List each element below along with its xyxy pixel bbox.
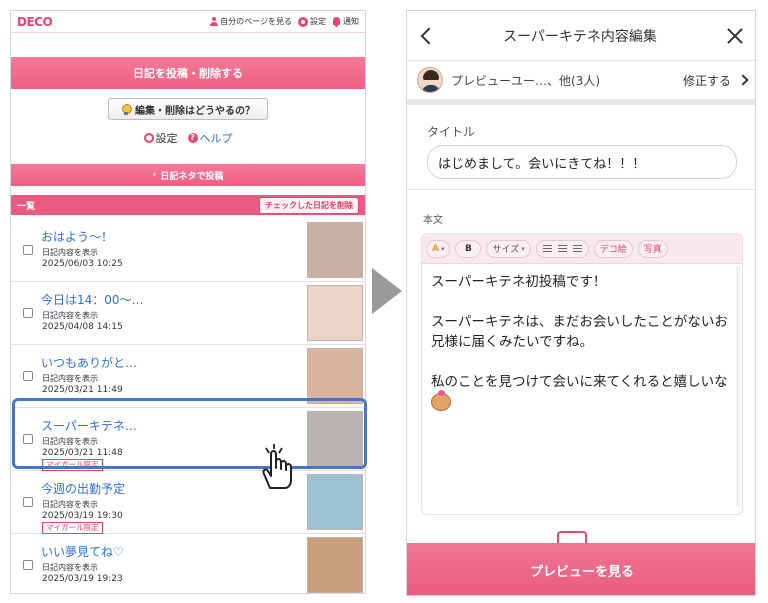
title-label: タイトル — [427, 125, 476, 139]
help-icon: ? — [187, 133, 198, 143]
font-size-button[interactable]: サイズ ▾ — [486, 239, 531, 258]
entry-thumbnail[interactable] — [307, 348, 363, 404]
font-size-label: サイズ — [492, 245, 520, 255]
chevron-right-icon: › — [152, 170, 157, 180]
back-icon[interactable] — [420, 27, 438, 44]
entry-checkbox[interactable] — [23, 560, 33, 570]
entry-thumbnail[interactable] — [307, 285, 363, 341]
avatar — [417, 67, 443, 93]
deco-logo[interactable]: DECO — [17, 15, 53, 29]
body-editor[interactable]: A ▾ B サイズ ▾ デコ絵 写真 スーパーキテネ初投稿です！ スーパーキテネ… — [421, 233, 743, 515]
list-item[interactable]: 今日は14：00〜… 日記内容を表示 2025/04/08 14:15 — [11, 282, 365, 345]
entry-date: 2025/03/21 11:49 — [42, 385, 123, 395]
entry-checkbox[interactable] — [23, 497, 33, 507]
settings-link[interactable]: 設定 — [143, 130, 178, 146]
list-item[interactable]: 今週の出勤予定 日記内容を表示 2025/03/19 19:30 マイガール限定 — [11, 471, 365, 534]
editor-scrollbar[interactable] — [736, 266, 740, 506]
text-color-label: A — [432, 243, 439, 254]
entry-date: 2025/03/19 19:23 — [42, 574, 123, 584]
chevron-right-icon — [737, 74, 749, 86]
close-icon[interactable] — [725, 26, 745, 46]
nav-settings-label: 設定 — [310, 17, 326, 26]
alignment-buttons[interactable] — [535, 239, 589, 258]
entry-show-content[interactable]: 日記内容を表示 — [42, 562, 98, 573]
entry-show-content[interactable]: 日記内容を表示 — [42, 310, 98, 321]
entry-title[interactable]: 今日は14：00〜… — [41, 291, 144, 308]
entry-title[interactable]: いつもありがと… — [41, 354, 137, 371]
entry-date: 2025/04/08 14:15 — [42, 322, 123, 332]
pointer-hand-icon — [262, 444, 292, 489]
diary-list-screen: DECO 自分のページを見る 設定 通知 日記を投稿・削除する 編集・削除はどう… — [10, 10, 366, 594]
person-icon — [210, 17, 219, 26]
top-nav: 自分のページを見る 設定 通知 — [210, 16, 359, 27]
diary-neta-label: 日記ネタで投稿 — [160, 171, 224, 182]
entry-show-content[interactable]: 日記内容を表示 — [42, 499, 98, 510]
preview-audience: プレビューユー…、他(3人) — [417, 67, 600, 93]
entry-checkbox[interactable] — [23, 371, 33, 381]
bold-button[interactable]: B — [455, 239, 482, 258]
preview-audience-bar[interactable]: プレビューユー…、他(3人) 修正する — [407, 61, 755, 105]
entry-date: 2025/03/19 19:30 — [42, 511, 123, 521]
nav-my-page[interactable]: 自分のページを見る — [210, 16, 292, 27]
entry-thumbnail[interactable] — [307, 474, 363, 530]
nav-settings[interactable]: 設定 — [298, 16, 326, 27]
list-item[interactable]: いい夢見てね♡ 日記内容を表示 2025/03/19 19:23 — [11, 534, 365, 593]
entry-checkbox[interactable] — [23, 245, 33, 255]
diary-neta-banner[interactable]: › 日記ネタで投稿 — [11, 164, 365, 186]
title-field[interactable]: はじめまして。会いにきてね！！！ — [427, 145, 737, 179]
list-item[interactable]: おはよう〜！ 日記内容を表示 2025/06/03 10:25 — [11, 219, 365, 282]
howto-button[interactable]: 編集・削除はどうやるの？ — [108, 98, 268, 120]
bell-icon — [332, 16, 341, 27]
top-bar: DECO 自分のページを見る 設定 通知 — [11, 11, 365, 33]
nav-my-page-label: 自分のページを見る — [220, 17, 292, 26]
flow-arrow-icon — [372, 268, 402, 314]
dropdown-arrow-icon: ▾ — [440, 244, 445, 253]
gear-icon — [143, 133, 154, 143]
nav-notifications[interactable]: 通知 — [332, 16, 359, 27]
preview-button[interactable]: プレビューを見る — [407, 543, 755, 595]
entry-thumbnail[interactable] — [307, 222, 363, 278]
divider — [407, 189, 755, 190]
preview-audience-label: プレビューユー…、他(3人) — [451, 73, 600, 88]
align-center-icon[interactable] — [557, 244, 567, 253]
lightbulb-icon — [121, 103, 132, 115]
hug-emoji-icon — [431, 390, 451, 411]
entry-checkbox[interactable] — [23, 308, 33, 318]
entry-show-content[interactable]: 日記内容を表示 — [42, 247, 98, 258]
edit-audience-link[interactable]: 修正する — [682, 72, 749, 89]
help-link-label: ヘルプ — [199, 132, 233, 145]
howto-button-label: 編集・削除はどうやるの？ — [135, 105, 255, 117]
list-header: 一覧 チェックした日記を削除 — [11, 195, 365, 215]
entry-title[interactable]: いい夢見てね♡ — [41, 543, 124, 560]
delete-checked-button[interactable]: チェックした日記を削除 — [259, 196, 359, 214]
dropdown-arrow-icon: ▾ — [521, 244, 525, 253]
entry-thumbnail[interactable] — [307, 537, 363, 593]
edit-audience-label: 修正する — [682, 73, 731, 88]
gear-icon — [298, 16, 308, 27]
editor-toolbar: A ▾ B サイズ ▾ デコ絵 写真 — [422, 234, 742, 264]
help-link[interactable]: ? ヘルプ — [187, 130, 233, 146]
align-left-icon[interactable] — [542, 244, 552, 253]
entry-title[interactable]: おはよう〜！ — [41, 228, 113, 245]
nav-notifications-label: 通知 — [343, 17, 359, 26]
settings-link-label: 設定 — [155, 132, 178, 145]
body-text-area[interactable]: スーパーキテネ初投稿です！ スーパーキテネは、まだお会いしたことがないお兄様に届… — [422, 264, 742, 420]
photo-button[interactable]: 写真 — [637, 239, 668, 258]
kitene-edit-screen: スーパーキテネ内容編集 プレビューユー…、他(3人) 修正する タイトル はじめ… — [406, 10, 756, 596]
entry-show-content[interactable]: 日記内容を表示 — [42, 373, 98, 384]
mygirl-only-badge: マイガール限定 — [42, 522, 103, 534]
settings-help-links: 設定 ? ヘルプ — [11, 130, 365, 146]
edit-header: スーパーキテネ内容編集 — [407, 11, 755, 61]
body-label: 本文 — [423, 215, 443, 226]
edit-title: スーパーキテネ内容編集 — [503, 28, 657, 45]
list-title: 一覧 — [17, 201, 36, 212]
body-text: スーパーキテネ初投稿です！ スーパーキテネは、まだお会いしたことがないお兄様に届… — [431, 274, 728, 390]
text-color-button[interactable]: A ▾ — [426, 239, 451, 258]
deco-image-button[interactable]: デコ絵 — [593, 239, 633, 258]
align-right-icon[interactable] — [572, 244, 582, 253]
entry-title[interactable]: 今週の出勤予定 — [41, 480, 125, 497]
selected-entry-highlight — [12, 398, 367, 469]
entry-date: 2025/06/03 10:25 — [42, 259, 123, 269]
post-delete-banner[interactable]: 日記を投稿・削除する — [11, 57, 365, 89]
